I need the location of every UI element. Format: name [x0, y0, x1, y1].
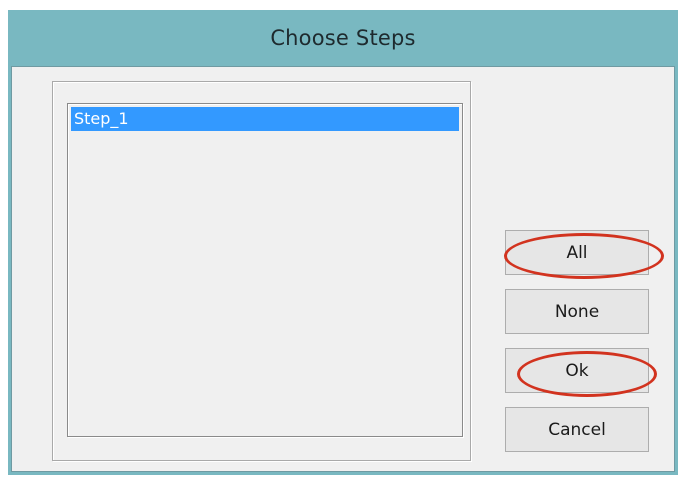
choose-steps-dialog: Choose Steps Step_1 All None Ok Cancel [8, 10, 678, 475]
dialog-title: Choose Steps [270, 26, 416, 50]
none-button-label: None [554, 301, 600, 322]
cancel-button-label: Cancel [548, 419, 606, 440]
dialog-body: Step_1 All None Ok Cancel [11, 66, 675, 472]
cancel-button[interactable]: Cancel [505, 407, 649, 452]
steps-listbox[interactable]: Step_1 [67, 103, 463, 437]
list-item-label: Step_1 [74, 109, 129, 128]
list-item-step-1[interactable]: Step_1 [71, 107, 459, 131]
ok-button-label: Ok [565, 360, 589, 381]
all-button[interactable]: All [505, 230, 649, 275]
all-button-label: All [566, 242, 588, 263]
ok-button[interactable]: Ok [505, 348, 649, 393]
none-button[interactable]: None [505, 289, 649, 334]
title-bar[interactable]: Choose Steps [8, 10, 678, 66]
